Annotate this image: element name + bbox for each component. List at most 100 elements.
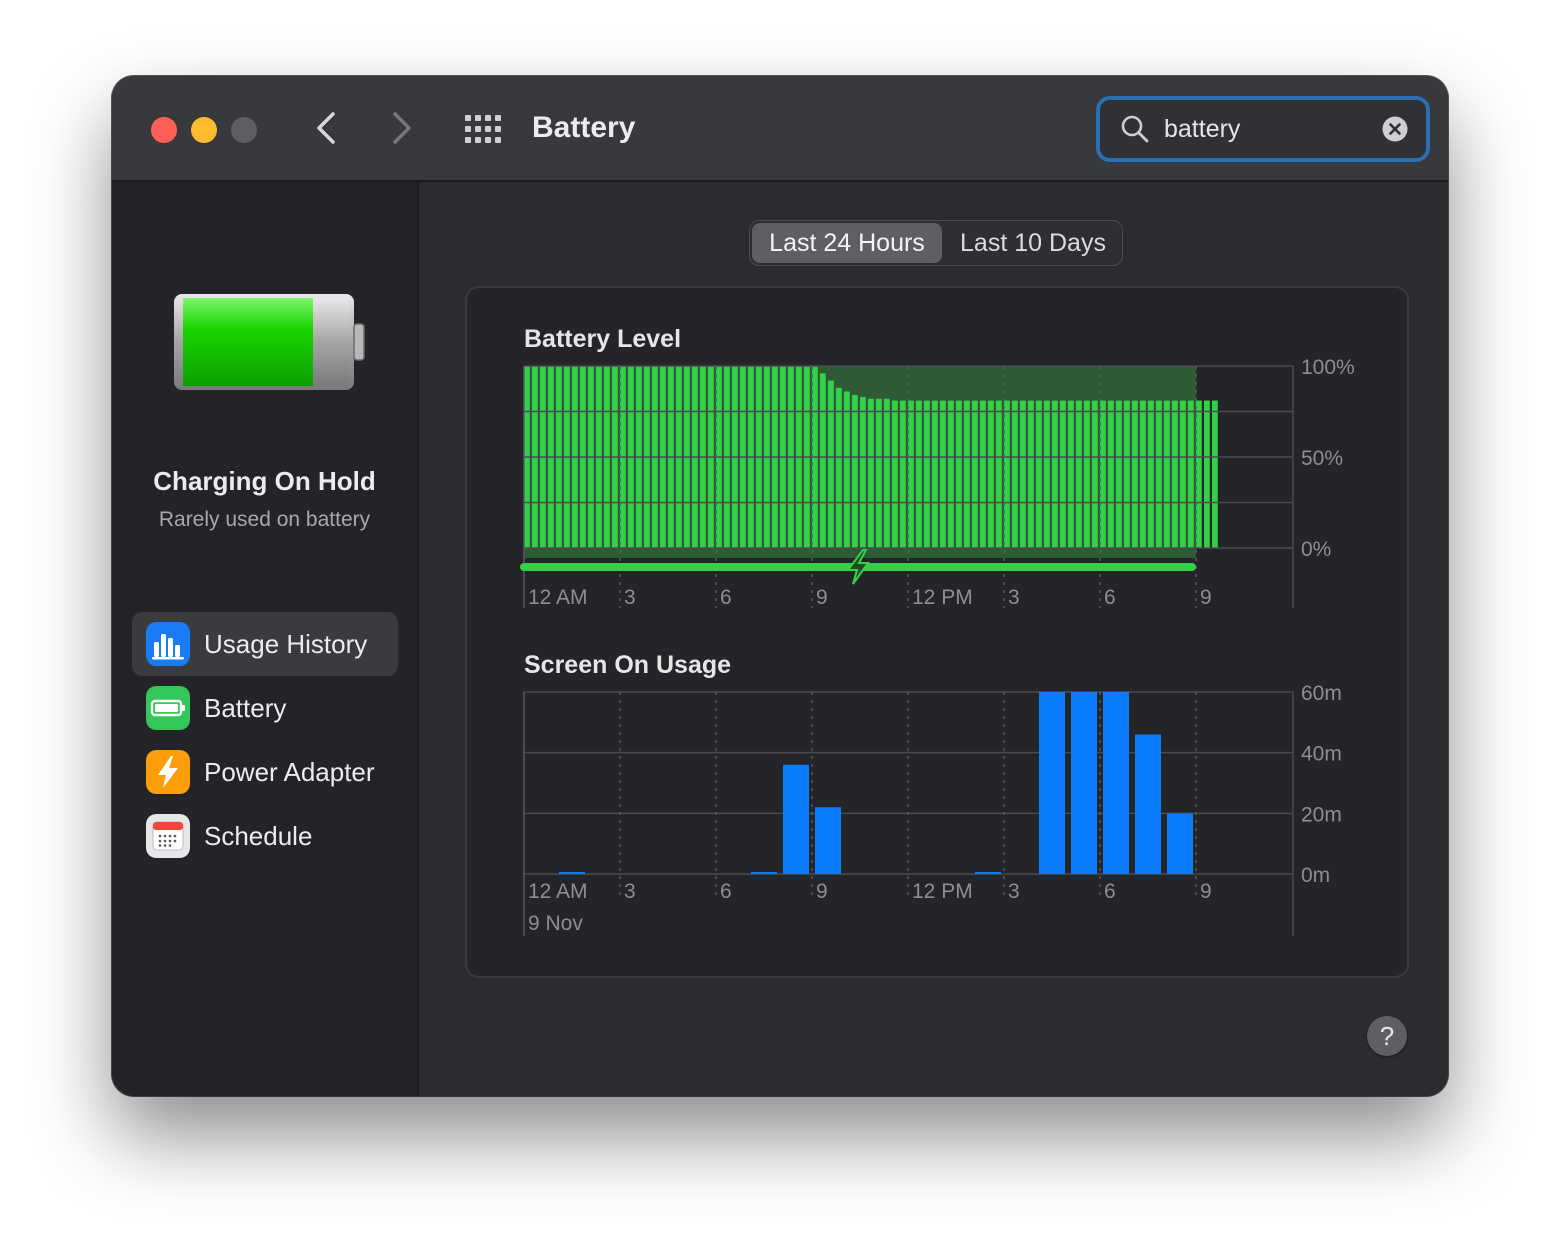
battery-level-bar [916, 400, 922, 548]
battery-level-bar [1164, 400, 1170, 548]
tab-last-24-hours[interactable]: Last 24 Hours [752, 223, 942, 263]
forward-button[interactable] [382, 106, 422, 150]
battery-x-tick: 12 AM [528, 586, 588, 609]
battery-level-bar [1140, 400, 1146, 548]
help-button[interactable]: ? [1367, 1016, 1407, 1056]
usage-y-tick: 40m [1301, 743, 1342, 766]
show-all-button[interactable] [464, 114, 504, 144]
battery-level-bar [1012, 400, 1018, 548]
usage-bar [815, 807, 841, 874]
search-field[interactable]: battery [1096, 96, 1430, 162]
battery-level-bar [900, 400, 906, 548]
usage-charts: Battery Level 100% 50% 0% 12 AM 3 6 9 12 PM 3 6 9 Sc… [520, 325, 1355, 936]
battery-icon [146, 686, 190, 730]
battery-level-bar [1036, 400, 1042, 548]
battery-level-bar [868, 398, 874, 548]
back-button[interactable] [306, 106, 346, 150]
battery-level-bar [1156, 400, 1162, 548]
grid-icon [465, 115, 501, 143]
battery-level-bar [1020, 400, 1026, 548]
usage-y-tick: 60m [1301, 682, 1342, 705]
system-preferences-window: Battery battery Charging On Hold Rarely … [112, 76, 1448, 1096]
time-range-selector: Last 24 Hours Last 10 Days [749, 220, 1123, 266]
battery-level-bar [988, 400, 994, 548]
battery-status-subtitle: Rarely used on battery [158, 508, 371, 531]
window-title: Battery [532, 111, 636, 144]
usage-bar [751, 872, 777, 874]
usage-date-label: 9 Nov [528, 912, 583, 935]
battery-level-bar [964, 400, 970, 548]
usage-x-tick: 9 [816, 880, 828, 903]
screen-usage-title: Screen On Usage [524, 651, 731, 679]
battery-x-tick: 3 [624, 586, 636, 609]
usage-bar [559, 872, 585, 874]
sidebar-item-schedule[interactable]: Schedule [132, 804, 398, 868]
battery-y-tick: 0% [1301, 538, 1331, 561]
sidebar-item-usage-history[interactable]: Usage History [132, 612, 398, 676]
battery-level-bar [1188, 400, 1194, 548]
usage-y-tick: 0m [1301, 864, 1330, 887]
usage-bar [975, 872, 1001, 874]
battery-level-bar [1148, 400, 1154, 548]
battery-level-bar [996, 400, 1002, 548]
battery-x-tick: 6 [720, 586, 732, 609]
sidebar-item-label: Power Adapter [204, 757, 375, 787]
battery-status-image [174, 294, 365, 390]
battery-level-bar [860, 396, 866, 548]
battery-y-tick: 50% [1301, 447, 1343, 470]
calendar-icon [146, 814, 190, 858]
search-input[interactable]: battery [1164, 108, 1240, 150]
chevron-left-icon [317, 112, 335, 144]
battery-level-bar [852, 395, 858, 548]
clear-search-icon[interactable] [1382, 116, 1408, 142]
sidebar-item-power-adapter[interactable]: Power Adapter [132, 740, 398, 804]
usage-x-tick: 12 AM [528, 880, 588, 903]
battery-level-bar [948, 400, 954, 548]
battery-level-bar [1076, 400, 1082, 548]
usage-x-tick: 6 [1104, 880, 1116, 903]
battery-level-bar [1124, 400, 1130, 548]
battery-level-bar [980, 400, 986, 548]
battery-x-tick: 6 [1104, 586, 1116, 609]
battery-level-bar [1212, 400, 1218, 548]
main-content: Last 24 Hours Last 10 Days Battery Level… [419, 182, 1448, 1096]
battery-x-tick: 3 [1008, 586, 1020, 609]
battery-level-bar [1100, 400, 1106, 548]
sidebar-item-battery[interactable]: Battery [132, 676, 398, 740]
battery-level-bar [892, 400, 898, 548]
battery-level-bar [1172, 400, 1178, 548]
titlebar: Battery battery [112, 76, 1448, 182]
battery-level-bar [1052, 400, 1058, 548]
battery-y-tick: 100% [1301, 356, 1355, 379]
battery-level-bar [1116, 400, 1122, 548]
usage-bar [1135, 734, 1161, 874]
battery-level-bar [956, 400, 962, 548]
sidebar-item-label: Usage History [204, 629, 368, 659]
battery-level-bar [1196, 400, 1202, 548]
tab-last-10-days[interactable]: Last 10 Days [946, 223, 1120, 263]
usage-y-tick: 20m [1301, 803, 1342, 826]
search-icon [1121, 115, 1149, 143]
battery-level-bar [1004, 400, 1010, 548]
bar-chart-icon [146, 622, 190, 666]
battery-level-bar [820, 373, 826, 548]
usage-bar [1167, 813, 1193, 874]
battery-level-bar [1204, 400, 1210, 548]
sidebar: Charging On Hold Rarely used on battery … [112, 182, 419, 1096]
close-window-button[interactable] [151, 117, 177, 143]
usage-bar [1039, 692, 1065, 874]
battery-level-bar [1084, 400, 1090, 548]
zoom-window-button[interactable] [231, 117, 257, 143]
minimize-window-button[interactable] [191, 117, 217, 143]
battery-level-bar [1108, 400, 1114, 548]
battery-level-bar [844, 391, 850, 548]
battery-x-tick: 9 [816, 586, 828, 609]
battery-level-bar [924, 400, 930, 548]
usage-x-tick: 12 PM [912, 880, 973, 903]
battery-level-bar [1068, 400, 1074, 548]
battery-level-bar [876, 398, 882, 548]
usage-x-tick: 6 [720, 880, 732, 903]
usage-bar [1103, 692, 1129, 874]
sidebar-item-label: Schedule [204, 821, 313, 851]
usage-bar [1071, 692, 1097, 874]
